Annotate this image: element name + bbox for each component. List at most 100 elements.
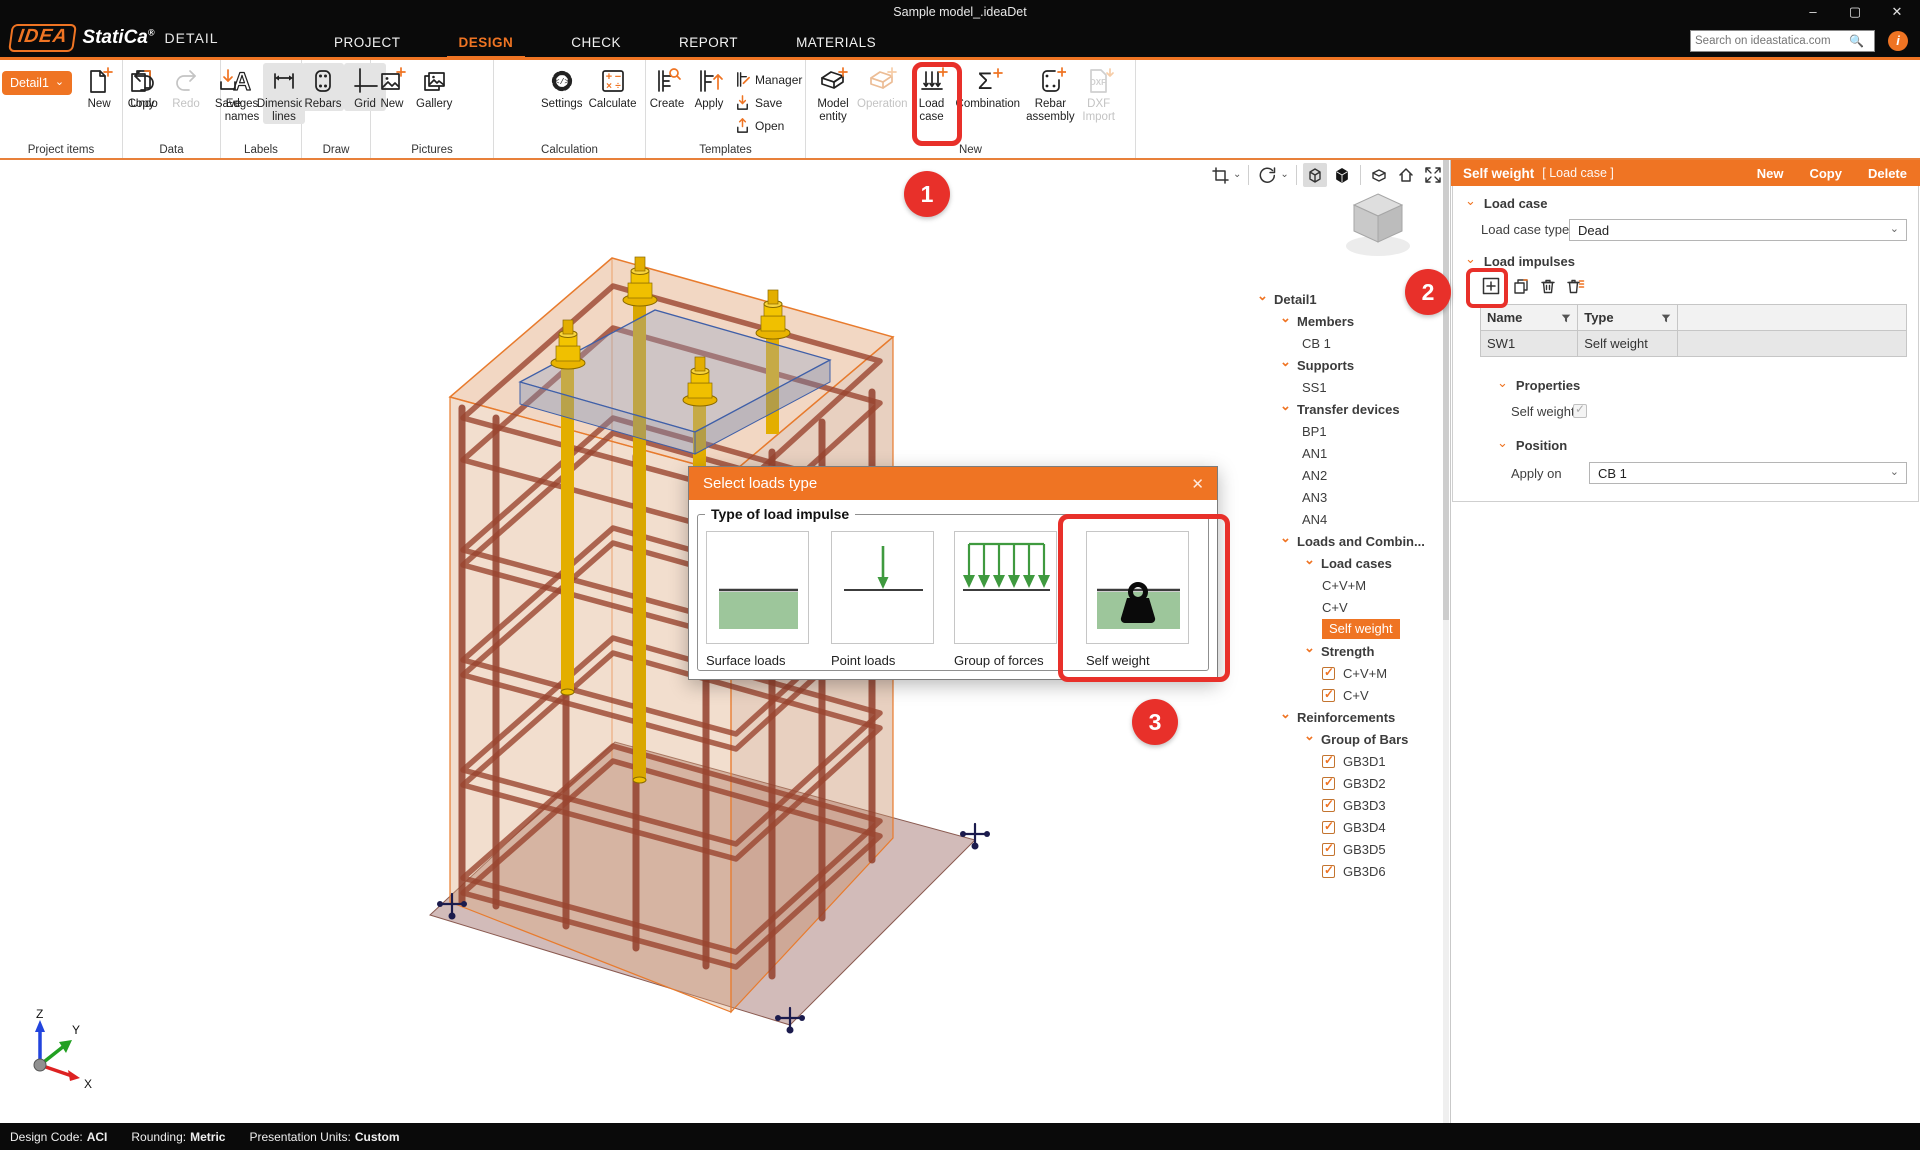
tree-item-gb3d3[interactable]: GB3D3 — [1255, 794, 1445, 816]
close-button[interactable]: ✕ — [1882, 4, 1912, 20]
info-icon[interactable]: i — [1888, 31, 1908, 51]
minimize-button[interactable]: – — [1798, 4, 1828, 19]
tab-check[interactable]: CHECK — [567, 29, 625, 56]
gallery-button[interactable]: Gallery — [413, 63, 455, 111]
tree-item-c+v+m[interactable]: C+V+M — [1255, 574, 1445, 596]
filter-icon[interactable] — [1560, 312, 1572, 327]
chevron-down-icon[interactable]: ⌄ — [1280, 530, 1297, 546]
template-save-button[interactable]: Save — [734, 94, 802, 111]
column-header-Type[interactable]: Type — [1578, 305, 1678, 331]
section-position[interactable]: ⌄Position — [1497, 438, 1567, 453]
table-cell[interactable] — [1678, 331, 1907, 357]
copy-impulse-button[interactable] — [1511, 276, 1531, 296]
tree-item-gb3d2[interactable]: GB3D2 — [1255, 772, 1445, 794]
tree-checkbox[interactable] — [1322, 667, 1335, 680]
filter-icon[interactable] — [1660, 312, 1672, 327]
scrollbar-thumb[interactable] — [1443, 160, 1449, 620]
tree-item-c+v+m[interactable]: C+V+M — [1255, 662, 1445, 684]
tab-materials[interactable]: MATERIALS — [792, 29, 880, 56]
tree-checkbox[interactable] — [1322, 689, 1335, 702]
tree-item-gb3d6[interactable]: GB3D6 — [1255, 860, 1445, 882]
tree-item-c+v[interactable]: C+V — [1255, 596, 1445, 618]
tree-item-members[interactable]: ⌄Members — [1255, 310, 1445, 332]
chevron-down-icon[interactable]: ⌄ — [1280, 354, 1297, 370]
panel-new-button[interactable]: New — [1757, 166, 1784, 181]
chevron-down-icon[interactable]: ⌄ — [1304, 552, 1321, 568]
tree-item-gb3d5[interactable]: GB3D5 — [1255, 838, 1445, 860]
detail-selector[interactable]: Detail1⌄ — [2, 71, 72, 95]
tree-checkbox[interactable] — [1322, 777, 1335, 790]
close-icon[interactable]: ✕ — [1191, 475, 1204, 493]
new-combination-button[interactable]: ΣCombination — [953, 63, 1024, 111]
tree-item-an1[interactable]: AN1 — [1255, 442, 1445, 464]
tree-item-group-of-bars[interactable]: ⌄Group of Bars — [1255, 728, 1445, 750]
delete-impulse-button[interactable] — [1538, 276, 1558, 296]
chevron-down-icon[interactable]: ⌄ — [1257, 288, 1274, 304]
tree-item-reinforcements[interactable]: ⌄Reinforcements — [1255, 706, 1445, 728]
section-properties[interactable]: ⌄Properties — [1497, 378, 1580, 393]
column-header-empty[interactable] — [1678, 305, 1907, 331]
column-header-Name[interactable]: Name — [1481, 305, 1578, 331]
template-create-button[interactable]: Create — [646, 63, 688, 111]
tab-report[interactable]: REPORT — [675, 29, 742, 56]
tree-item-self-weight[interactable]: Self weight — [1255, 618, 1445, 640]
tree-checkbox[interactable] — [1322, 755, 1335, 768]
point-loads-option[interactable] — [831, 531, 934, 644]
tree-checkbox[interactable] — [1322, 799, 1335, 812]
tree-item-an2[interactable]: AN2 — [1255, 464, 1445, 486]
tree-item-an4[interactable]: AN4 — [1255, 508, 1445, 530]
panel-copy-button[interactable]: Copy — [1809, 166, 1842, 181]
tree-checkbox[interactable] — [1322, 865, 1335, 878]
delete-all-impulses-button[interactable] — [1565, 276, 1585, 296]
new-project-item-button[interactable]: New — [78, 63, 120, 111]
tree-item-loads-and-combin-[interactable]: ⌄Loads and Combin... — [1255, 530, 1445, 552]
tree-item-bp1[interactable]: BP1 — [1255, 420, 1445, 442]
new-load-case-button[interactable]: Load case — [911, 63, 953, 124]
section-load-impulses[interactable]: ⌄Load impulses — [1465, 254, 1575, 269]
impulse-table[interactable]: NameTypeSW1Self weight — [1480, 304, 1907, 357]
apply-on-select[interactable]: CB 1⌄ — [1589, 462, 1907, 484]
tree-checkbox[interactable] — [1322, 843, 1335, 856]
search-input[interactable] — [1691, 35, 1849, 47]
chevron-down-icon[interactable]: ⌄ — [1304, 728, 1321, 744]
section-tool-button[interactable] — [1208, 163, 1232, 187]
chevron-down-icon[interactable]: ⌄ — [1280, 310, 1297, 326]
self-weight-option[interactable] — [1086, 531, 1189, 644]
template-manager-button[interactable]: Manager — [734, 71, 802, 88]
table-cell[interactable]: SW1 — [1481, 331, 1578, 357]
tree-item-transfer-devices[interactable]: ⌄Transfer devices — [1255, 398, 1445, 420]
tree-checkbox[interactable] — [1322, 821, 1335, 834]
tab-project[interactable]: PROJECT — [330, 29, 405, 56]
tree-item-an3[interactable]: AN3 — [1255, 486, 1445, 508]
chevron-down-icon[interactable]: ⌄ — [1280, 398, 1297, 414]
panel-delete-button[interactable]: Delete — [1868, 166, 1907, 181]
tab-design[interactable]: DESIGN — [455, 29, 518, 56]
add-impulse-button[interactable] — [1477, 272, 1504, 299]
surface-loads-option[interactable] — [706, 531, 809, 644]
table-cell[interactable]: Self weight — [1578, 331, 1678, 357]
chevron-down-icon[interactable]: ⌄ — [1280, 706, 1297, 722]
navigation-cube[interactable] — [1330, 182, 1426, 266]
load-case-type-select[interactable]: Dead⌄ — [1569, 219, 1907, 241]
dimension-lines-button[interactable]: Dimension lines — [263, 63, 305, 124]
tree-scrollbar[interactable] — [1443, 160, 1449, 1123]
chevron-down-icon[interactable]: ⌄ — [1280, 169, 1288, 180]
tree-item-gb3d1[interactable]: GB3D1 — [1255, 750, 1445, 772]
tree-item-cb-1[interactable]: CB 1 — [1255, 332, 1445, 354]
dialog-header[interactable]: Select loads type ✕ — [689, 467, 1217, 500]
template-open-button[interactable]: Open — [734, 117, 802, 134]
table-row[interactable]: SW1Self weight — [1481, 331, 1907, 357]
rebars-button[interactable]: Rebars — [302, 63, 344, 111]
transparent-view-button[interactable] — [1303, 163, 1327, 187]
tree-item-gb3d4[interactable]: GB3D4 — [1255, 816, 1445, 838]
tree-item-ss1[interactable]: SS1 — [1255, 376, 1445, 398]
tree-item-strength[interactable]: ⌄Strength — [1255, 640, 1445, 662]
section-load-case[interactable]: ⌄Load case — [1465, 196, 1548, 211]
new-picture-button[interactable]: New — [371, 63, 413, 111]
tree-item-supports[interactable]: ⌄Supports — [1255, 354, 1445, 376]
tree-item-load-cases[interactable]: ⌄Load cases — [1255, 552, 1445, 574]
template-apply-button[interactable]: Apply — [688, 63, 730, 111]
new-model-entity-button[interactable]: Model entity — [812, 63, 854, 124]
settings-button[interactable]: </>Settings — [538, 63, 586, 111]
chevron-down-icon[interactable]: ⌄ — [1233, 169, 1241, 180]
